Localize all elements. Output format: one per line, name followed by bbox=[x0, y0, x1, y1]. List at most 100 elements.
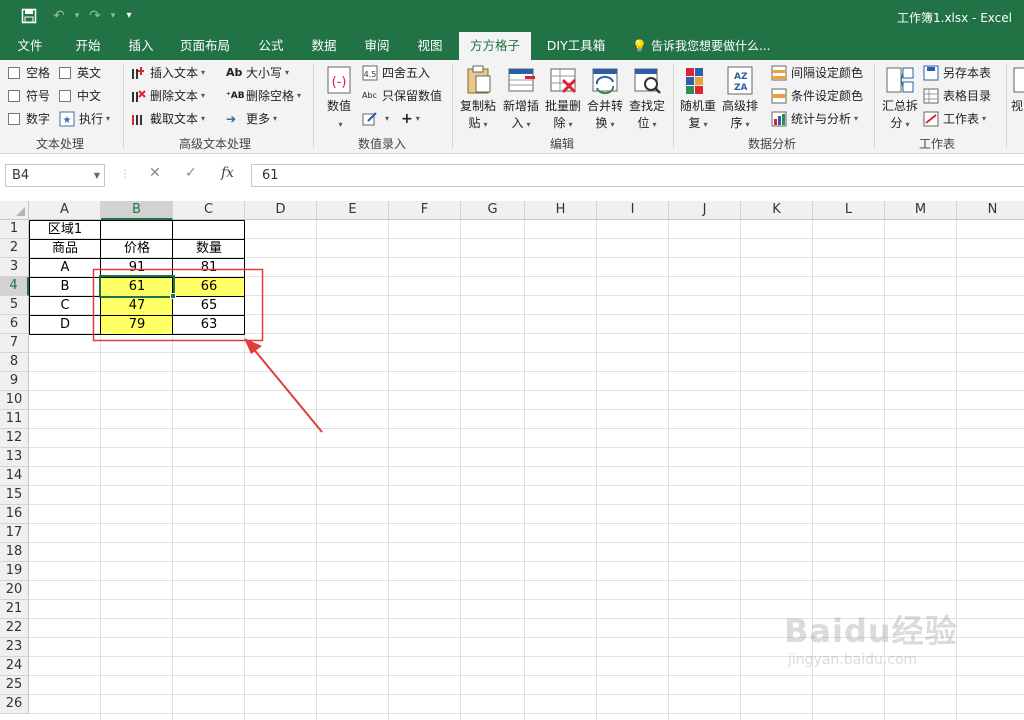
window-title: 工作簿1.xlsx - Excel bbox=[897, 11, 1012, 25]
view-label: 视 bbox=[1010, 99, 1023, 113]
highlight-box bbox=[92, 268, 264, 342]
random-repeat-label-2: 复 bbox=[688, 116, 701, 130]
execute-button[interactable]: ★ 执行 ▾ bbox=[59, 109, 110, 129]
save-sheet-icon bbox=[923, 65, 939, 81]
view-icon bbox=[1010, 64, 1024, 96]
drag-handle-icon[interactable]: ⋮ bbox=[120, 169, 130, 180]
copy-paste-button[interactable]: 复制粘贴 ▾ bbox=[457, 64, 499, 133]
batch-delete-button[interactable]: 批量删除 ▾ bbox=[542, 64, 584, 133]
table-toc-icon bbox=[923, 88, 939, 104]
delete-text-icon bbox=[130, 88, 146, 104]
group-separator bbox=[673, 64, 674, 148]
delete-space-icon: ⁺AB bbox=[226, 91, 245, 101]
delete-space-label: 删除空格 bbox=[246, 89, 295, 103]
lightbulb-icon: 💡 bbox=[632, 39, 647, 53]
worksheet-grid[interactable]: A B C D E F G H I J K L M N 1 2 3 4 5 6 7 8 9 10 1… bbox=[0, 201, 1024, 720]
save-icon[interactable] bbox=[18, 6, 40, 26]
checkbox-icon bbox=[8, 90, 20, 102]
merge-convert-label: 合并转 bbox=[586, 99, 623, 113]
enter-icon[interactable]: ✓ bbox=[185, 165, 197, 181]
tab-data[interactable]: 数据 bbox=[300, 32, 348, 60]
title-bar: ↶ ▾ ↷ ▾ ▾ 工作簿1.xlsx - Excel bbox=[0, 0, 1024, 32]
keep-value-button[interactable]: Abc 只保留数值 bbox=[362, 86, 442, 106]
ribbon-tabs: 文件 开始 插入 页面布局 公式 数据 审阅 视图 方方格子 DIY工具箱 💡 告… bbox=[0, 32, 1024, 60]
summary-split-button[interactable]: 汇总拆分 ▾ bbox=[879, 64, 921, 133]
random-repeat-button[interactable]: 随机重复 ▾ bbox=[677, 64, 719, 133]
round-button[interactable]: 4.5 四舍五入 bbox=[362, 63, 430, 83]
checkbox-label: 空格 bbox=[26, 66, 51, 80]
copy-paste-label-2: 贴 bbox=[468, 116, 481, 130]
tab-fangfang[interactable]: 方方格子 bbox=[459, 32, 531, 60]
insert-function-icon[interactable]: fx bbox=[221, 165, 234, 181]
find-locate-label: 查找定 bbox=[628, 99, 665, 113]
delete-text-button[interactable]: 删除文本 ▾ bbox=[130, 86, 205, 106]
find-locate-button[interactable]: 查找定位 ▾ bbox=[626, 64, 668, 133]
delete-space-button[interactable]: ⁺AB 删除空格 ▾ bbox=[226, 86, 301, 106]
name-box-value: B4 bbox=[12, 168, 30, 183]
tab-file[interactable]: 文件 bbox=[8, 32, 52, 60]
advanced-sort-label-2: 序 bbox=[730, 116, 743, 130]
insert-new-button[interactable]: 新增插入 ▾ bbox=[500, 64, 542, 133]
more-button[interactable]: ➔ 更多 ▾ bbox=[226, 109, 277, 129]
arrow-line bbox=[251, 346, 323, 433]
case-button[interactable]: Ab 大小写 ▾ bbox=[226, 63, 289, 83]
save-sheet-button[interactable]: 另存本表 bbox=[923, 63, 991, 83]
checkbox-label: 中文 bbox=[77, 89, 102, 103]
checkbox-chinese[interactable]: 中文 bbox=[59, 86, 101, 106]
insert-text-button[interactable]: 插入文本 ▾ bbox=[130, 63, 205, 83]
formula-value: 61 bbox=[262, 168, 279, 183]
worksheet-button[interactable]: 工作表 ▾ bbox=[923, 109, 986, 129]
formula-input[interactable]: 61 bbox=[251, 164, 1024, 187]
merge-convert-button[interactable]: 合并转换 ▾ bbox=[584, 64, 626, 133]
summary-split-label-2: 分 bbox=[890, 116, 903, 130]
customize-icon[interactable]: ▾ bbox=[118, 6, 140, 26]
tab-view[interactable]: 视图 bbox=[405, 32, 455, 60]
advanced-sort-button[interactable]: AZ ZA 高级排序 ▾ bbox=[719, 64, 761, 133]
tab-home[interactable]: 开始 bbox=[62, 32, 114, 60]
summary-split-icon bbox=[884, 64, 916, 96]
find-locate-label-2: 位 bbox=[637, 116, 650, 130]
checkbox-space[interactable]: 空格 bbox=[8, 63, 50, 83]
interval-color-icon bbox=[771, 65, 787, 81]
chevron-down-icon[interactable]: ▼ bbox=[94, 165, 100, 186]
summary-split-label: 汇总拆 bbox=[881, 99, 918, 113]
group-separator bbox=[123, 64, 124, 148]
tell-me-box[interactable]: 💡 告诉我您想要做什么... bbox=[632, 32, 770, 60]
case-label: 大小写 bbox=[246, 66, 283, 80]
value-button[interactable]: (-) 数值 ▾ bbox=[320, 64, 358, 133]
cancel-icon[interactable]: ✕ bbox=[149, 165, 161, 181]
insert-new-label: 新增插 bbox=[502, 99, 539, 113]
tab-page-layout[interactable]: 页面布局 bbox=[170, 32, 240, 60]
plus-icon[interactable]: + bbox=[401, 109, 413, 129]
tell-me-text: 告诉我您想要做什么... bbox=[650, 39, 771, 53]
copy-paste-label: 复制粘 bbox=[459, 99, 496, 113]
extract-text-button[interactable]: 截取文本 ▾ bbox=[130, 109, 205, 129]
tab-diy-toolbox[interactable]: DIY工具箱 bbox=[536, 32, 616, 60]
group-label-edit: 编辑 bbox=[549, 137, 574, 151]
interval-color-button[interactable]: 间隔设定颜色 bbox=[771, 63, 863, 83]
group-label-advanced-text: 高级文本处理 bbox=[178, 137, 251, 151]
checkbox-number[interactable]: 数字 bbox=[8, 109, 50, 129]
stats-analysis-button[interactable]: 统计与分析 ▾ bbox=[771, 109, 858, 129]
baidu-watermark: Baidu经验 jingyan.baidu.com bbox=[784, 606, 984, 676]
view-button-cut[interactable]: 视 bbox=[1010, 64, 1024, 115]
checkbox-label: 符号 bbox=[26, 89, 51, 103]
checkbox-english[interactable]: 英文 bbox=[59, 63, 101, 83]
checkbox-icon bbox=[59, 90, 71, 102]
name-box[interactable]: B4 ▼ bbox=[5, 164, 105, 187]
group-separator bbox=[1006, 64, 1007, 148]
checkbox-symbol[interactable]: 符号 bbox=[8, 86, 50, 106]
extract-text-icon bbox=[130, 111, 146, 127]
round-label: 四舍五入 bbox=[382, 66, 431, 80]
arrow-right-icon: ➔ bbox=[226, 112, 237, 126]
insert-rows-icon bbox=[505, 64, 537, 96]
tab-insert[interactable]: 插入 bbox=[116, 32, 166, 60]
tab-review[interactable]: 审阅 bbox=[352, 32, 402, 60]
conditional-color-button[interactable]: 条件设定颜色 bbox=[771, 86, 863, 106]
tab-formulas[interactable]: 公式 bbox=[246, 32, 296, 60]
checkbox-icon bbox=[8, 113, 20, 125]
table-toc-button[interactable]: 表格目录 bbox=[923, 86, 991, 106]
edit-note-button[interactable]: ▾ + ▾ bbox=[362, 109, 420, 129]
insert-new-label-2: 入 bbox=[511, 116, 524, 130]
table-toc-label: 表格目录 bbox=[943, 89, 992, 103]
